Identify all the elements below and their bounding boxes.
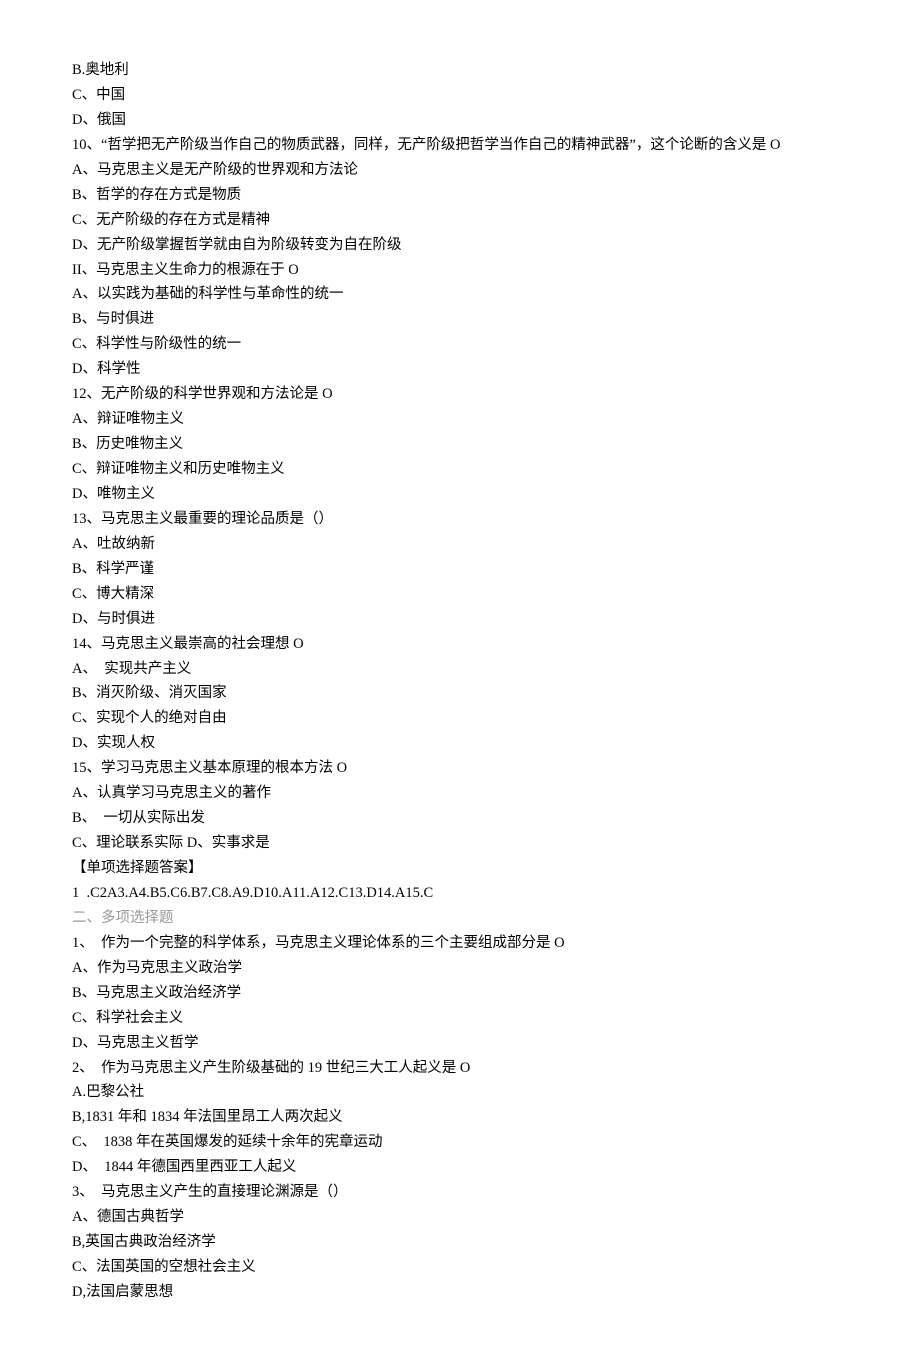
text-line: B、哲学的存在方式是物质 [72, 183, 848, 208]
text-line: C、辩证唯物主义和历史唯物主义 [72, 457, 848, 482]
text-line: A、吐故纳新 [72, 532, 848, 557]
text-line: B、马克思主义政治经济学 [72, 981, 848, 1006]
text-line: A、辩证唯物主义 [72, 407, 848, 432]
text-line: C、 1838 年在英国爆发的延续十余年的宪章运动 [72, 1130, 848, 1155]
text-line: 13、马克思主义最重要的理论品质是（） [72, 507, 848, 532]
text-line: D、俄国 [72, 108, 848, 133]
text-line: A、德国古典哲学 [72, 1205, 848, 1230]
text-line: 2、 作为马克思主义产生阶级基础的 19 世纪三大工人起义是 O [72, 1056, 848, 1081]
text-line: C、博大精深 [72, 582, 848, 607]
text-line: B、科学严谨 [72, 557, 848, 582]
text-line: C、科学社会主义 [72, 1006, 848, 1031]
text-line: A、 实现共产主义 [72, 657, 848, 682]
text-line: D、唯物主义 [72, 482, 848, 507]
text-line: 二、多项选择题 [72, 906, 848, 931]
text-line: B.奥地利 [72, 58, 848, 83]
text-line: A、认真学习马克思主义的著作 [72, 781, 848, 806]
text-line: C、理论联系实际 D、实事求是 [72, 831, 848, 856]
text-line: 10、“哲学把无产阶级当作自己的物质武器，同样，无产阶级把哲学当作自己的精神武器… [72, 133, 848, 158]
text-line: D、无产阶级掌握哲学就由自为阶级转变为自在阶级 [72, 233, 848, 258]
text-line: B,英国古典政治经济学 [72, 1230, 848, 1255]
text-line: C、中国 [72, 83, 848, 108]
text-line: D、实现人权 [72, 731, 848, 756]
text-line: 1 .C2A3.A4.B5.C6.B7.C8.A9.D10.A11.A12.C1… [72, 881, 848, 906]
text-line: 1、 作为一个完整的科学体系，马克思主义理论体系的三个主要组成部分是 O [72, 931, 848, 956]
text-line: C、法国英国的空想社会主义 [72, 1255, 848, 1280]
text-line: 15、学习马克思主义基本原理的根本方法 O [72, 756, 848, 781]
text-line: A、作为马克思主义政治学 [72, 956, 848, 981]
text-line: 3、 马克思主义产生的直接理论渊源是（） [72, 1180, 848, 1205]
text-line: 12、无产阶级的科学世界观和方法论是 O [72, 382, 848, 407]
text-line: D、 1844 年德国西里西亚工人起义 [72, 1155, 848, 1180]
text-line: B、消灭阶级、消灭国家 [72, 681, 848, 706]
text-line: C、实现个人的绝对自由 [72, 706, 848, 731]
text-line: B、历史唯物主义 [72, 432, 848, 457]
text-line: D,法国启蒙思想 [72, 1280, 848, 1305]
text-line: II、马克思主义生命力的根源在于 O [72, 258, 848, 283]
text-line: A、马克思主义是无产阶级的世界观和方法论 [72, 158, 848, 183]
text-line: 【单项选择题答案】 [72, 856, 848, 881]
text-line: C、科学性与阶级性的统一 [72, 332, 848, 357]
text-line: B,1831 年和 1834 年法国里昂工人两次起义 [72, 1105, 848, 1130]
text-line: B、 一切从实际出发 [72, 806, 848, 831]
text-line: C、无产阶级的存在方式是精神 [72, 208, 848, 233]
text-line: A、以实践为基础的科学性与革命性的统一 [72, 282, 848, 307]
text-line: D、与时俱进 [72, 607, 848, 632]
text-line: A.巴黎公社 [72, 1080, 848, 1105]
text-line: D、科学性 [72, 357, 848, 382]
text-line: B、与时俱进 [72, 307, 848, 332]
text-line: 14、马克思主义最崇高的社会理想 O [72, 632, 848, 657]
text-line: D、马克思主义哲学 [72, 1031, 848, 1056]
document-page: B.奥地利C、中国D、俄国10、“哲学把无产阶级当作自己的物质武器，同样，无产阶… [0, 0, 920, 1365]
